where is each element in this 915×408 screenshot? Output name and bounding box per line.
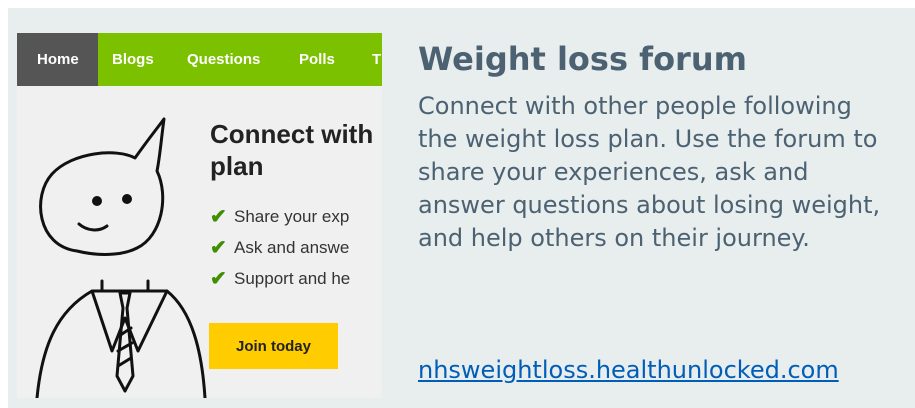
screenshot-headline: Connect with plan: [210, 119, 374, 181]
nav-item-truncated[interactable]: T: [372, 33, 381, 86]
nav-item-polls[interactable]: Polls: [299, 33, 335, 86]
nav-item-questions[interactable]: Questions: [187, 33, 260, 86]
checkmark-icon: ✔: [210, 268, 227, 290]
list-item: ✔ Ask and answe: [210, 237, 350, 259]
cartoon-person-illustration: [35, 117, 207, 398]
site-nav-bar: Home Blogs Questions Polls T: [17, 33, 382, 86]
nav-item-home[interactable]: Home: [17, 33, 98, 86]
forum-link[interactable]: nhsweightloss.healthunlocked.com: [418, 356, 839, 384]
join-today-button[interactable]: Join today: [209, 323, 338, 369]
promo-description: Connect with other people following the …: [418, 92, 881, 252]
list-item: ✔ Support and he: [210, 268, 351, 290]
feature-list: ✔ Share your exp ✔ Ask and answe ✔ Support …: [210, 201, 350, 294]
promo-title: Weight loss forum: [418, 40, 747, 78]
checkmark-icon: ✔: [210, 206, 227, 228]
forum-screenshot: Home Blogs Questions Polls T Connect wit…: [17, 33, 382, 398]
checkmark-icon: ✔: [210, 237, 227, 259]
nav-item-blogs[interactable]: Blogs: [112, 33, 154, 86]
list-item: ✔ Share your exp: [210, 206, 350, 228]
